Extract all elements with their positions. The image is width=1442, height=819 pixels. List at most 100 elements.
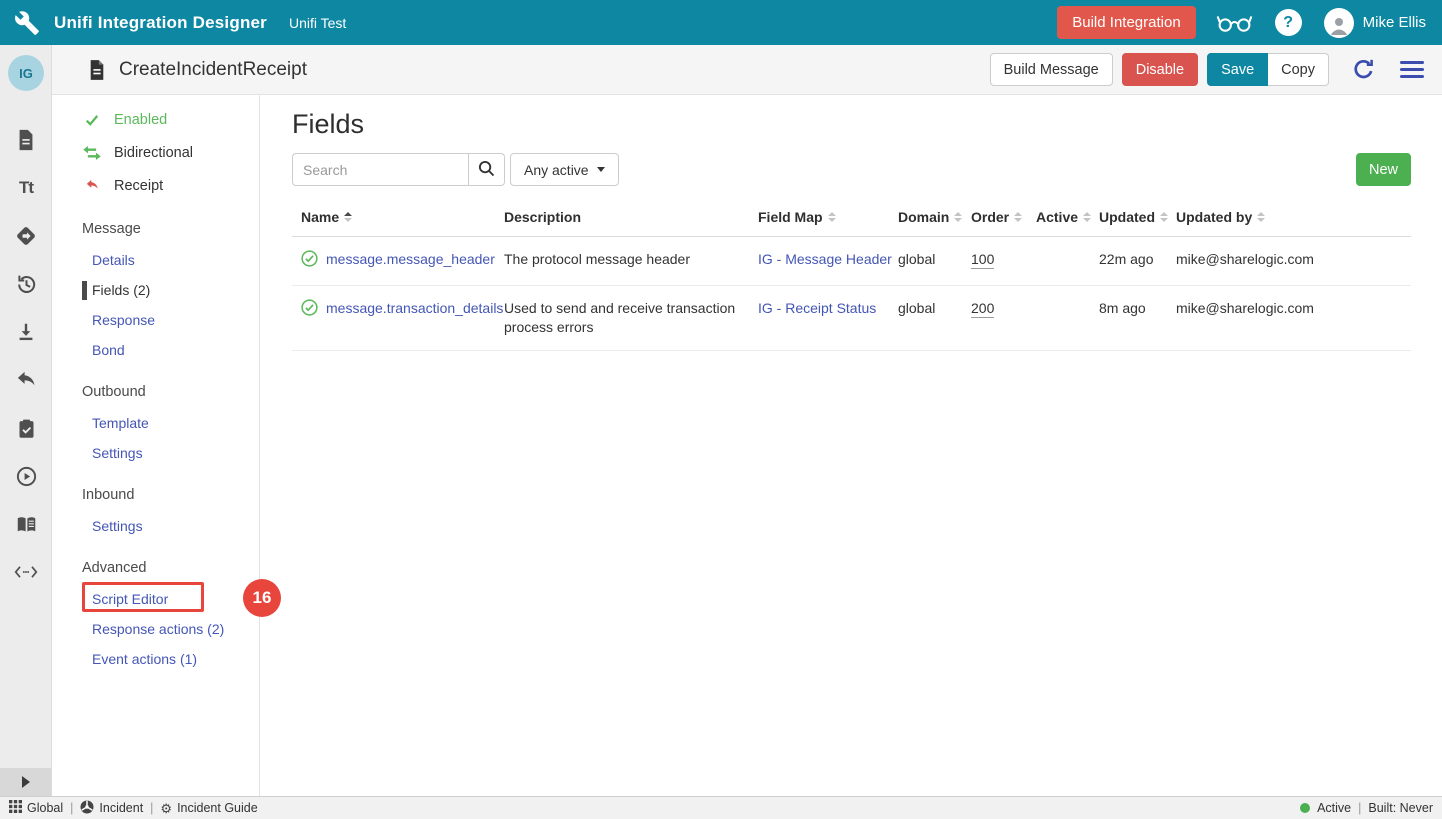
nav-item-response-actions[interactable]: Response actions (2) [52,614,259,644]
field-map-link[interactable]: IG - Receipt Status [758,300,876,316]
status-enabled: Enabled [52,103,259,136]
nav-item-fields[interactable]: Fields (2) [52,275,259,305]
code-icon[interactable] [14,560,38,584]
nav-section-advanced: Advanced [52,552,259,584]
nav-item-bond[interactable]: Bond [52,335,259,365]
field-updated-by: mike@sharelogic.com [1176,250,1411,269]
incident-app-icon [80,800,94,817]
build-message-button[interactable]: Build Message [990,53,1113,86]
panel-title: Fields [292,109,1411,140]
column-header-active[interactable]: Active [1036,209,1099,225]
sort-icon [828,212,836,222]
nav-section-message: Message [52,213,259,245]
download-icon[interactable] [14,320,38,344]
field-description: Used to send and receive transaction pro… [504,299,758,337]
directions-icon[interactable] [14,224,38,248]
nav-item-details[interactable]: Details [52,245,259,275]
documentation-icon[interactable] [14,512,38,536]
fields-panel: Fields Any active New Name Description [261,96,1442,796]
context-incident-guide[interactable]: ⚙ Incident Guide [160,801,257,815]
column-header-domain[interactable]: Domain [898,209,971,225]
column-header-updated-by[interactable]: Updated by [1176,209,1411,225]
sort-icon [1083,212,1091,222]
field-order-value[interactable]: 100 [971,251,994,269]
history-icon[interactable] [14,272,38,296]
column-header-order[interactable]: Order [971,209,1036,225]
disable-button[interactable]: Disable [1122,53,1198,86]
new-field-button[interactable]: New [1356,153,1411,186]
nav-item-inbound-settings[interactable]: Settings [52,511,259,541]
column-header-name[interactable]: Name [292,209,504,225]
nav-item-template[interactable]: Template [52,408,259,438]
user-menu[interactable]: Mike Ellis [1324,8,1426,38]
column-header-field-map[interactable]: Field Map [758,209,898,225]
copy-button[interactable]: Copy [1268,53,1329,86]
context-global[interactable]: Global [9,800,63,816]
field-updated-by: mike@sharelogic.com [1176,299,1411,318]
status-bidirectional: Bidirectional [52,136,259,169]
nav-item-event-actions[interactable]: Event actions (1) [52,644,259,674]
field-domain: global [898,299,971,318]
nav-section-outbound: Outbound [52,376,259,408]
nav-item-outbound-settings[interactable]: Settings [52,438,259,468]
sort-icon [1257,212,1265,222]
sort-icon [1014,212,1022,222]
field-order-value[interactable]: 200 [971,300,994,318]
search-button[interactable] [468,153,505,186]
top-navbar: Unifi Integration Designer Unifi Test Bu… [0,0,1442,45]
reply-icon[interactable] [14,368,38,392]
text-icon[interactable]: Tt [14,176,38,200]
table-row: message.message_header The protocol mess… [292,237,1411,286]
annotation-step-badge: 16 [243,579,281,617]
field-name-link[interactable]: message.message_header [326,251,495,267]
app-title: Unifi Integration Designer [54,13,267,33]
field-name-link[interactable]: message.transaction_details [326,300,503,316]
table-row: message.transaction_details Used to send… [292,286,1411,351]
status-bar: Global | Incident | ⚙ Incident Guide Act… [0,796,1442,819]
nav-section-inbound: Inbound [52,479,259,511]
sort-icon [954,212,962,222]
check-icon [82,113,102,127]
context-incident[interactable]: Incident [80,800,143,817]
column-header-description[interactable]: Description [504,209,758,225]
grid-icon [9,800,22,816]
search-input[interactable] [292,153,468,186]
nav-item-script-editor[interactable]: Script Editor [52,584,259,614]
environment-name[interactable]: Unifi Test [289,15,346,31]
rail-expand-button[interactable] [0,768,51,796]
document-icon[interactable] [14,128,38,152]
gear-icon: ⚙ [160,802,172,815]
status-receipt: Receipt [52,169,259,202]
user-avatar [1324,8,1354,38]
field-active-check-icon [301,250,318,272]
wrench-icon [12,8,42,38]
menu-icon[interactable] [1400,61,1424,79]
refresh-icon[interactable] [1351,57,1376,82]
field-map-link[interactable]: IG - Message Header [758,251,892,267]
page-title: CreateIncidentReceipt [119,59,307,81]
field-active-check-icon [301,299,318,321]
search-icon [478,160,495,180]
table-header-row: Name Description Field Map Domain Order … [292,200,1411,237]
fields-table: Name Description Field Map Domain Order … [292,200,1411,351]
active-status-label: Active [1317,801,1351,815]
user-name: Mike Ellis [1363,14,1426,31]
active-filter-dropdown[interactable]: Any active [510,153,619,186]
preview-glasses-icon[interactable] [1216,12,1253,34]
sort-icon [1160,212,1168,222]
active-status-dot [1300,803,1310,813]
save-button[interactable]: Save [1207,53,1268,86]
field-updated: 22m ago [1099,250,1176,269]
integration-avatar[interactable]: IG [8,55,44,91]
built-status-label: Built: Never [1368,801,1433,815]
field-domain: global [898,250,971,269]
play-icon[interactable] [14,464,38,488]
nav-item-response[interactable]: Response [52,305,259,335]
column-header-updated[interactable]: Updated [1099,209,1176,225]
field-description: The protocol message header [504,250,758,269]
tasks-icon[interactable] [14,416,38,440]
receipt-arrow-icon [82,178,102,193]
icon-rail: IG Tt [0,45,52,796]
build-integration-button[interactable]: Build Integration [1057,6,1195,39]
help-icon[interactable]: ? [1275,9,1302,36]
